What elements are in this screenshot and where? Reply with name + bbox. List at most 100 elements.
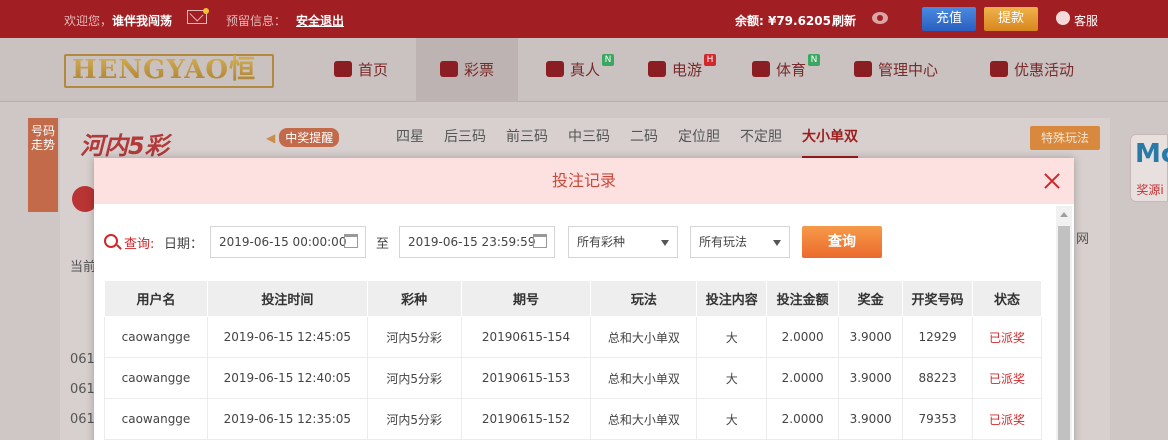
cell-lottery: 河内5分彩 xyxy=(367,357,462,399)
site-logo[interactable]: HENGYAO恒耀 xyxy=(72,52,278,121)
cell-bet-time: 2019-06-15 12:45:05 xyxy=(207,316,368,358)
cell-play: 总和大小单双 xyxy=(590,398,698,440)
nav-item-live[interactable]: 真人 N xyxy=(546,38,614,102)
col-lottery: 彩种 xyxy=(366,280,462,317)
balance-text: 余额: ¥79.6205 xyxy=(735,14,831,28)
promo-text: 奖源i xyxy=(1136,183,1164,197)
username: 谁伴我闯荡 xyxy=(112,14,173,28)
remind-toggle[interactable]: 中奖提醒 xyxy=(279,128,340,147)
col-play: 玩法 xyxy=(590,280,698,317)
tab-big-small-odd-even[interactable]: 大小单双 xyxy=(802,118,858,158)
cell-prize: 3.9000 xyxy=(838,357,904,399)
nav-item-sports[interactable]: 体育 N xyxy=(752,38,820,102)
calendar-icon[interactable] xyxy=(344,234,358,248)
bg-row: 061 xyxy=(70,352,95,367)
chevron-down-icon xyxy=(773,240,781,246)
right-promo-card[interactable]: Mc 奖源i xyxy=(1130,134,1168,202)
cell-prize: 3.9000 xyxy=(838,398,904,440)
date-from-input[interactable]: 2019-06-15 00:00:00 xyxy=(210,226,366,258)
calendar-icon[interactable] xyxy=(533,234,547,248)
lottery-select[interactable]: 所有彩种 xyxy=(568,226,678,258)
withdraw-button[interactable]: 提款 xyxy=(984,7,1038,31)
cell-prize: 3.9000 xyxy=(838,316,904,358)
cell-content: 大 xyxy=(696,398,768,440)
date-label: 日期： xyxy=(164,237,204,252)
cell-issue: 20190615-152 xyxy=(461,398,592,440)
eye-icon[interactable] xyxy=(872,12,888,24)
scroll-thumb[interactable] xyxy=(1058,226,1070,440)
tab-last-three[interactable]: 后三码 xyxy=(444,118,486,158)
col-prize: 奖金 xyxy=(838,280,904,317)
table-header: 用户名 投注时间 彩种 期号 玩法 投注内容 投注金额 奖金 开奖号码 状态 xyxy=(104,280,1042,317)
cell-draw-number: 12929 xyxy=(902,316,974,358)
cell-status: 已派奖 xyxy=(972,316,1042,358)
refresh-link[interactable]: 刷新 xyxy=(832,12,856,29)
col-draw-number: 开奖号码 xyxy=(902,280,974,317)
modal-title: 投注记录 xyxy=(551,171,616,190)
col-status: 状态 xyxy=(972,280,1042,317)
bet-record-table: 用户名 投注时间 彩种 期号 玩法 投注内容 投注金额 奖金 开奖号码 状态 c… xyxy=(104,280,1042,440)
cell-content: 大 xyxy=(696,357,768,399)
slot-machine-icon xyxy=(648,61,666,77)
col-issue: 期号 xyxy=(460,280,592,317)
col-content: 投注内容 xyxy=(696,280,768,317)
table-row[interactable]: caowangge 2019-06-15 12:40:05 河内5分彩 2019… xyxy=(104,357,1042,399)
tab-first-three[interactable]: 前三码 xyxy=(506,118,548,158)
deposit-button[interactable]: 充值 xyxy=(922,7,976,31)
play-select[interactable]: 所有玩法 xyxy=(690,226,790,258)
bg-row: 061 xyxy=(70,412,95,427)
tab-four-star[interactable]: 四星 xyxy=(396,118,424,158)
cell-play: 总和大小单双 xyxy=(590,357,698,399)
cell-username: caowangge xyxy=(104,357,208,399)
date-to-input[interactable]: 2019-06-15 23:59:59 xyxy=(399,226,555,258)
close-icon[interactable] xyxy=(1044,173,1060,189)
modal-scrollbar[interactable] xyxy=(1056,206,1072,440)
bg-row: 061 xyxy=(70,382,95,397)
query-button[interactable]: 查询 xyxy=(802,226,882,258)
col-bet-time: 投注时间 xyxy=(206,280,368,317)
cell-issue: 20190615-153 xyxy=(461,357,592,399)
cell-amount: 2.0000 xyxy=(766,398,840,440)
tab-position[interactable]: 定位胆 xyxy=(678,118,720,158)
cell-issue: 20190615-154 xyxy=(461,316,592,358)
query-label: 查询: xyxy=(124,237,155,252)
cell-bet-time: 2019-06-15 12:35:05 xyxy=(207,398,368,440)
hot-badge: H xyxy=(704,54,716,66)
tab-mid-three[interactable]: 中三码 xyxy=(568,118,610,158)
mail-notification-dot xyxy=(203,8,209,14)
cell-status: 已派奖 xyxy=(972,398,1042,440)
special-play-button[interactable]: 特殊玩法 xyxy=(1030,126,1100,150)
users-icon xyxy=(854,61,872,77)
logout-link[interactable]: 安全退出 xyxy=(296,12,344,29)
chevron-down-icon xyxy=(661,240,669,246)
cell-lottery: 河内5分彩 xyxy=(367,316,462,358)
trend-side-tab[interactable]: 号码走势 xyxy=(28,118,58,212)
tab-non-position[interactable]: 不定胆 xyxy=(740,118,782,158)
col-amount: 投注金额 xyxy=(766,280,840,317)
gift-icon xyxy=(990,61,1008,77)
bg-current-label: 当前 xyxy=(70,260,97,275)
nav-item-slots[interactable]: 电游 H xyxy=(648,38,716,102)
tab-two-code[interactable]: 二码 xyxy=(630,118,658,158)
prize-remind[interactable]: ◀ 中奖提醒 xyxy=(266,128,340,147)
nav-item-management[interactable]: 管理中心 xyxy=(854,38,938,102)
table-row[interactable]: caowangge 2019-06-15 12:35:05 河内5分彩 2019… xyxy=(104,398,1042,440)
cell-play: 总和大小单双 xyxy=(590,316,698,358)
table-row[interactable]: caowangge 2019-06-15 12:45:05 河内5分彩 2019… xyxy=(104,316,1042,358)
nav-item-home[interactable]: 首页 xyxy=(334,38,388,102)
trophy-icon xyxy=(752,61,770,77)
nav-item-promotions[interactable]: 优惠活动 xyxy=(990,38,1074,102)
ticket-icon xyxy=(440,61,458,77)
cell-status: 已派奖 xyxy=(972,357,1042,399)
cell-amount: 2.0000 xyxy=(766,316,840,358)
cell-bet-time: 2019-06-15 12:40:05 xyxy=(207,357,368,399)
customer-service-link[interactable]: 客服 xyxy=(1056,12,1098,29)
nav-item-lottery[interactable]: 彩票 xyxy=(416,38,519,102)
modal-header: 投注记录 xyxy=(94,158,1074,204)
home-icon xyxy=(334,61,352,77)
scroll-up-icon[interactable] xyxy=(1060,212,1068,217)
search-icon xyxy=(104,234,118,248)
new-badge: N xyxy=(602,54,614,66)
cell-username: caowangge xyxy=(104,398,208,440)
notice-label: 预留信息： xyxy=(226,14,287,28)
